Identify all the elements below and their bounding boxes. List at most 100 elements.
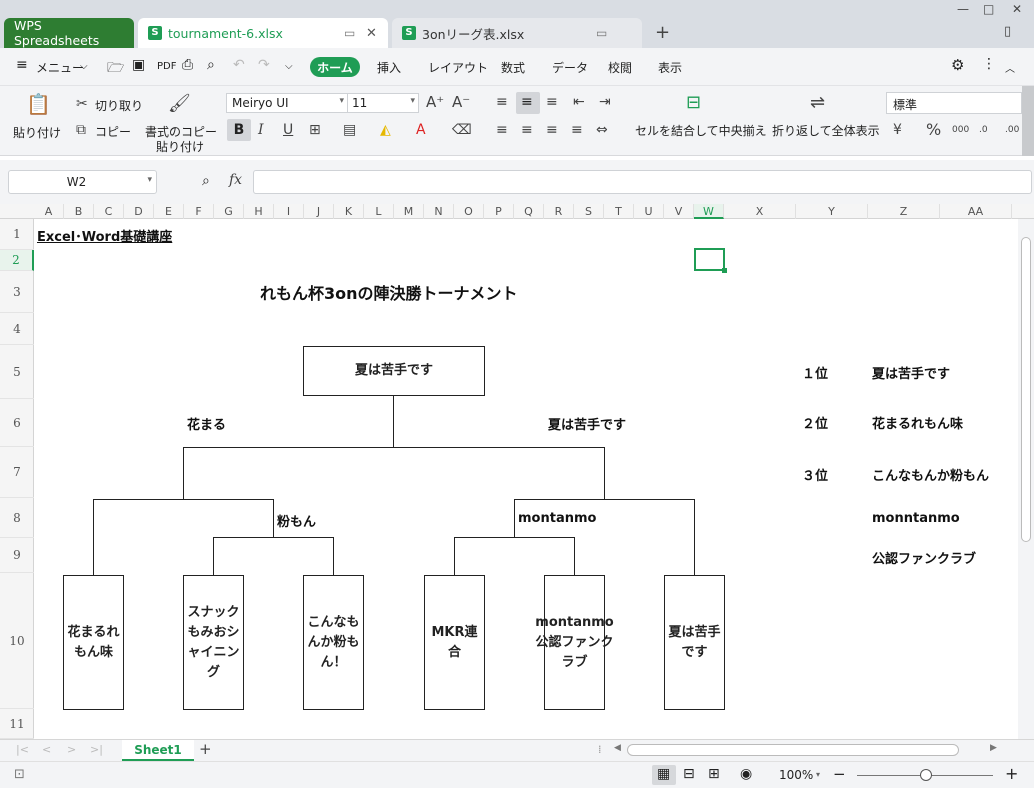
decrease-decimal-icon[interactable]: .00 [1005,122,1019,138]
italic-button[interactable]: I [258,122,264,138]
row-header[interactable]: 10 [0,573,34,709]
column-header[interactable]: O [454,204,484,219]
zoom-slider-thumb[interactable] [920,769,932,781]
zoom-formula-icon[interactable]: ⌕ [202,173,210,189]
function-button[interactable]: fx [229,172,242,188]
tab-data[interactable]: データ [552,59,588,76]
distributed-icon[interactable]: ⇔ [596,122,608,138]
wrap-text-icon[interactable]: ⇌ [810,94,825,112]
row-header[interactable]: 7 [0,447,34,498]
window-icon[interactable]: ▭ [596,26,607,40]
scissors-icon[interactable]: ✂ [76,96,88,112]
column-header[interactable]: V [664,204,694,219]
justify-icon[interactable]: ≡ [571,122,583,138]
font-name-select[interactable]: Meiryo UI ▾ [226,93,348,113]
fill-color-icon[interactable]: ◭ [380,122,391,138]
column-header[interactable]: Y [796,204,868,219]
font-color-icon[interactable]: A [416,122,426,138]
column-header[interactable]: B [64,204,94,219]
collapse-ribbon-icon[interactable]: ︿ [1005,60,1015,75]
quick-access-dropdown-icon[interactable]: ⌵ [285,61,293,72]
file-tab-active[interactable]: S tournament-6.xlsx ▭ ✕ [138,18,388,48]
borders-icon[interactable]: ⊞ [309,122,321,138]
comma-style-icon[interactable]: 000 [952,122,969,138]
copy-icon[interactable]: ⧉ [76,122,86,138]
copy-button[interactable]: コピー [95,123,131,140]
align-center-icon[interactable]: ≡ [521,122,533,138]
column-header[interactable]: N [424,204,454,219]
chevron-down-icon[interactable]: ⌵ [80,61,88,72]
align-bottom-icon[interactable]: ≡ [546,94,558,110]
tab-formulas[interactable]: 数式 [501,59,525,76]
column-header[interactable]: Z [868,204,940,219]
normal-view-button[interactable]: ▦ [652,765,676,785]
row-header[interactable]: 5 [0,345,34,399]
merge-cells-icon[interactable]: ⊟ [686,94,701,112]
maximize-button[interactable]: □ [983,2,994,16]
menu-button[interactable]: メニュー [36,59,84,76]
align-left-icon[interactable]: ≡ [496,122,508,138]
column-header[interactable]: F [184,204,214,219]
column-header[interactable]: T [604,204,634,219]
row-header[interactable]: 3 [0,271,34,313]
column-header[interactable]: G [214,204,244,219]
column-header[interactable]: P [484,204,514,219]
column-header[interactable]: R [544,204,574,219]
format-painter-icon[interactable]: 🖌 [168,95,191,113]
increase-indent-icon[interactable]: ⇥ [599,94,611,110]
redo-icon[interactable]: ↷ [258,57,270,73]
zoom-out-button[interactable]: − [833,765,846,783]
next-sheet-icon[interactable]: > [67,743,76,756]
column-header[interactable]: M [394,204,424,219]
tab-view[interactable]: 表示 [658,59,682,76]
tab-insert[interactable]: 挿入 [377,59,401,76]
underline-button[interactable]: U [283,122,293,138]
row-header[interactable]: 1 [0,219,34,250]
ribbon-scrollbar[interactable] [1022,86,1034,156]
decrease-indent-icon[interactable]: ⇤ [573,94,585,110]
clear-format-icon[interactable]: ⌫ [452,122,472,138]
tab-review[interactable]: 校閲 [608,59,632,76]
sidebar-toggle-icon[interactable]: ▯ [1004,24,1011,39]
column-header[interactable]: W [694,204,724,219]
bold-button[interactable]: B [227,119,251,141]
vertical-scrollbar[interactable] [1018,219,1034,739]
column-header[interactable]: X [724,204,796,219]
number-format-select[interactable]: 標準 [886,92,1022,114]
name-box[interactable]: W2 ▾ [8,170,157,194]
fill-handle[interactable] [722,268,727,273]
column-header[interactable]: Q [514,204,544,219]
column-header[interactable]: L [364,204,394,219]
selected-cell[interactable] [694,248,725,271]
row-header[interactable]: 11 [0,709,34,739]
hamburger-icon[interactable]: ≡ [16,57,28,73]
window-icon[interactable]: ▭ [344,26,355,40]
undo-icon[interactable]: ↶ [233,57,245,73]
column-header[interactable]: I [274,204,304,219]
pdf-icon[interactable]: PDF [157,61,176,72]
vertical-scroll-thumb[interactable] [1021,237,1031,542]
paste-icon[interactable]: 📋 [26,94,51,114]
app-tab[interactable]: WPS Spreadsheets [4,18,134,48]
paste-button[interactable]: 貼り付け [13,124,61,141]
macro-icon[interactable]: ⊡ [14,767,25,782]
percent-icon[interactable]: % [926,122,941,138]
row-header[interactable]: 2 [0,250,34,271]
splitter-icon[interactable]: ⁞ [598,743,602,756]
align-top-icon[interactable]: ≡ [496,94,508,110]
tab-home[interactable]: ホーム [310,57,360,77]
align-middle-button[interactable]: ≡ [516,92,540,114]
increase-decimal-icon[interactable]: .0 [979,122,988,138]
increase-font-icon[interactable]: A⁺ [426,94,444,110]
column-header[interactable]: J [304,204,334,219]
align-right-icon[interactable]: ≡ [546,122,558,138]
last-sheet-icon[interactable]: >| [90,743,103,756]
more-options-icon[interactable]: ⋮ [982,56,996,72]
merge-center-button[interactable]: セルを結合して中央揃え [635,122,767,139]
page-break-icon[interactable]: ⊟ [683,766,695,782]
column-header[interactable]: S [574,204,604,219]
column-header[interactable]: AA [940,204,1012,219]
gear-icon[interactable]: ⚙ [951,56,964,74]
zoom-in-button[interactable]: + [1005,764,1018,783]
column-header[interactable]: K [334,204,364,219]
